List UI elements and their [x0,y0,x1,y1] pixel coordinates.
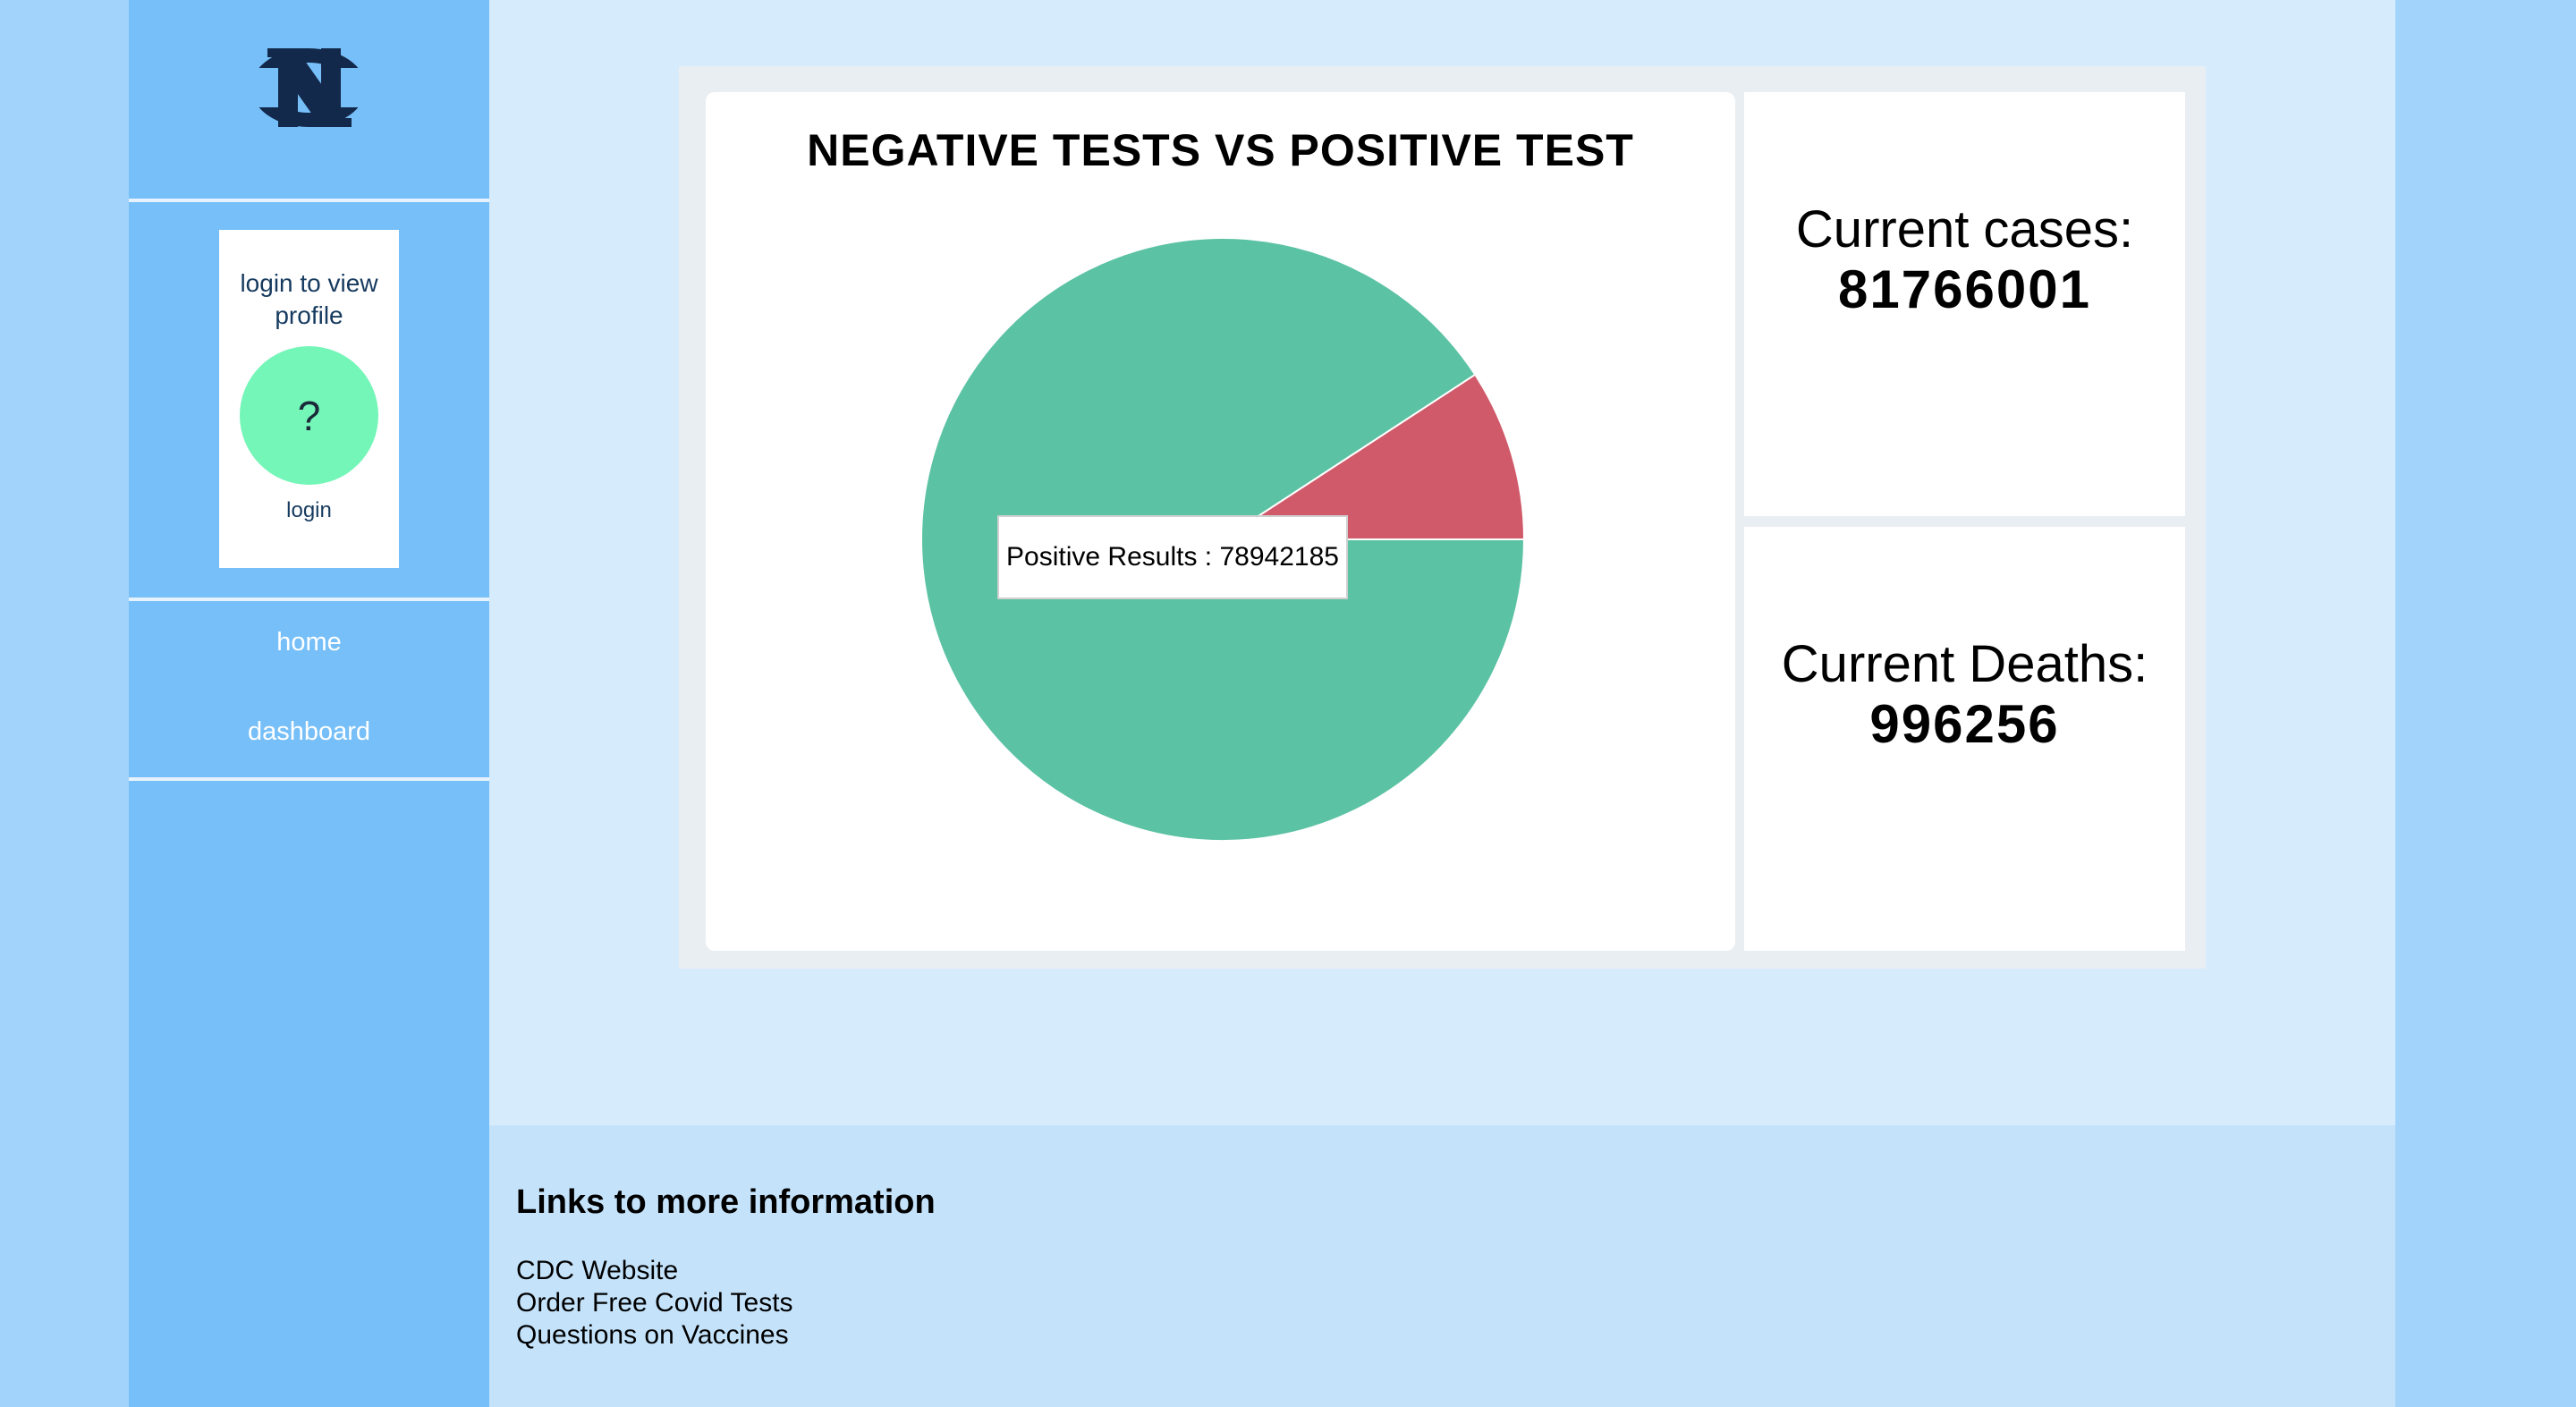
footer-link-covid-tests[interactable]: Order Free Covid Tests [516,1288,793,1318]
logo[interactable] [129,0,489,199]
footer-link-cdc[interactable]: CDC Website [516,1256,678,1286]
login-link[interactable]: login [219,498,399,523]
sidebar-divider [129,777,489,781]
avatar[interactable]: ? [240,346,378,485]
cases-label: Current cases: [1795,200,2134,259]
main-content: NEGATIVE TESTS VS POSITIVE TEST Positive… [489,0,2395,1125]
sidebar: login to view profile ? login home dashb… [129,0,489,1407]
footer-heading: Links to more information [516,1183,936,1221]
sidebar-divider [129,598,489,601]
dashboard-panel: NEGATIVE TESTS VS POSITIVE TEST Positive… [679,66,2206,969]
chart-card: NEGATIVE TESTS VS POSITIVE TEST Positive… [706,92,1735,951]
cases-value: 81766001 [1838,259,2091,319]
profile-prompt: login to view profile [240,269,378,329]
footer: Links to more information CDC Website Or… [489,1125,2395,1407]
cases-card: Current cases: 81766001 [1744,92,2185,516]
chart-tooltip: Positive Results : 78942185 [997,515,1348,599]
avatar-placeholder: ? [297,392,321,439]
deaths-value: 996256 [1869,694,2060,754]
nav-item-dashboard[interactable]: dashboard [129,717,489,747]
footer-link-vaccines[interactable]: Questions on Vaccines [516,1320,789,1351]
sidebar-divider [129,199,489,202]
nc-logo-icon [250,48,368,127]
app-root: login to view profile ? login home dashb… [0,0,2576,1407]
deaths-card: Current Deaths: 996256 [1744,527,2185,951]
profile-card: login to view profile ? login [219,230,399,568]
nav-item-home[interactable]: home [129,628,489,657]
deaths-label: Current Deaths: [1781,635,2148,693]
